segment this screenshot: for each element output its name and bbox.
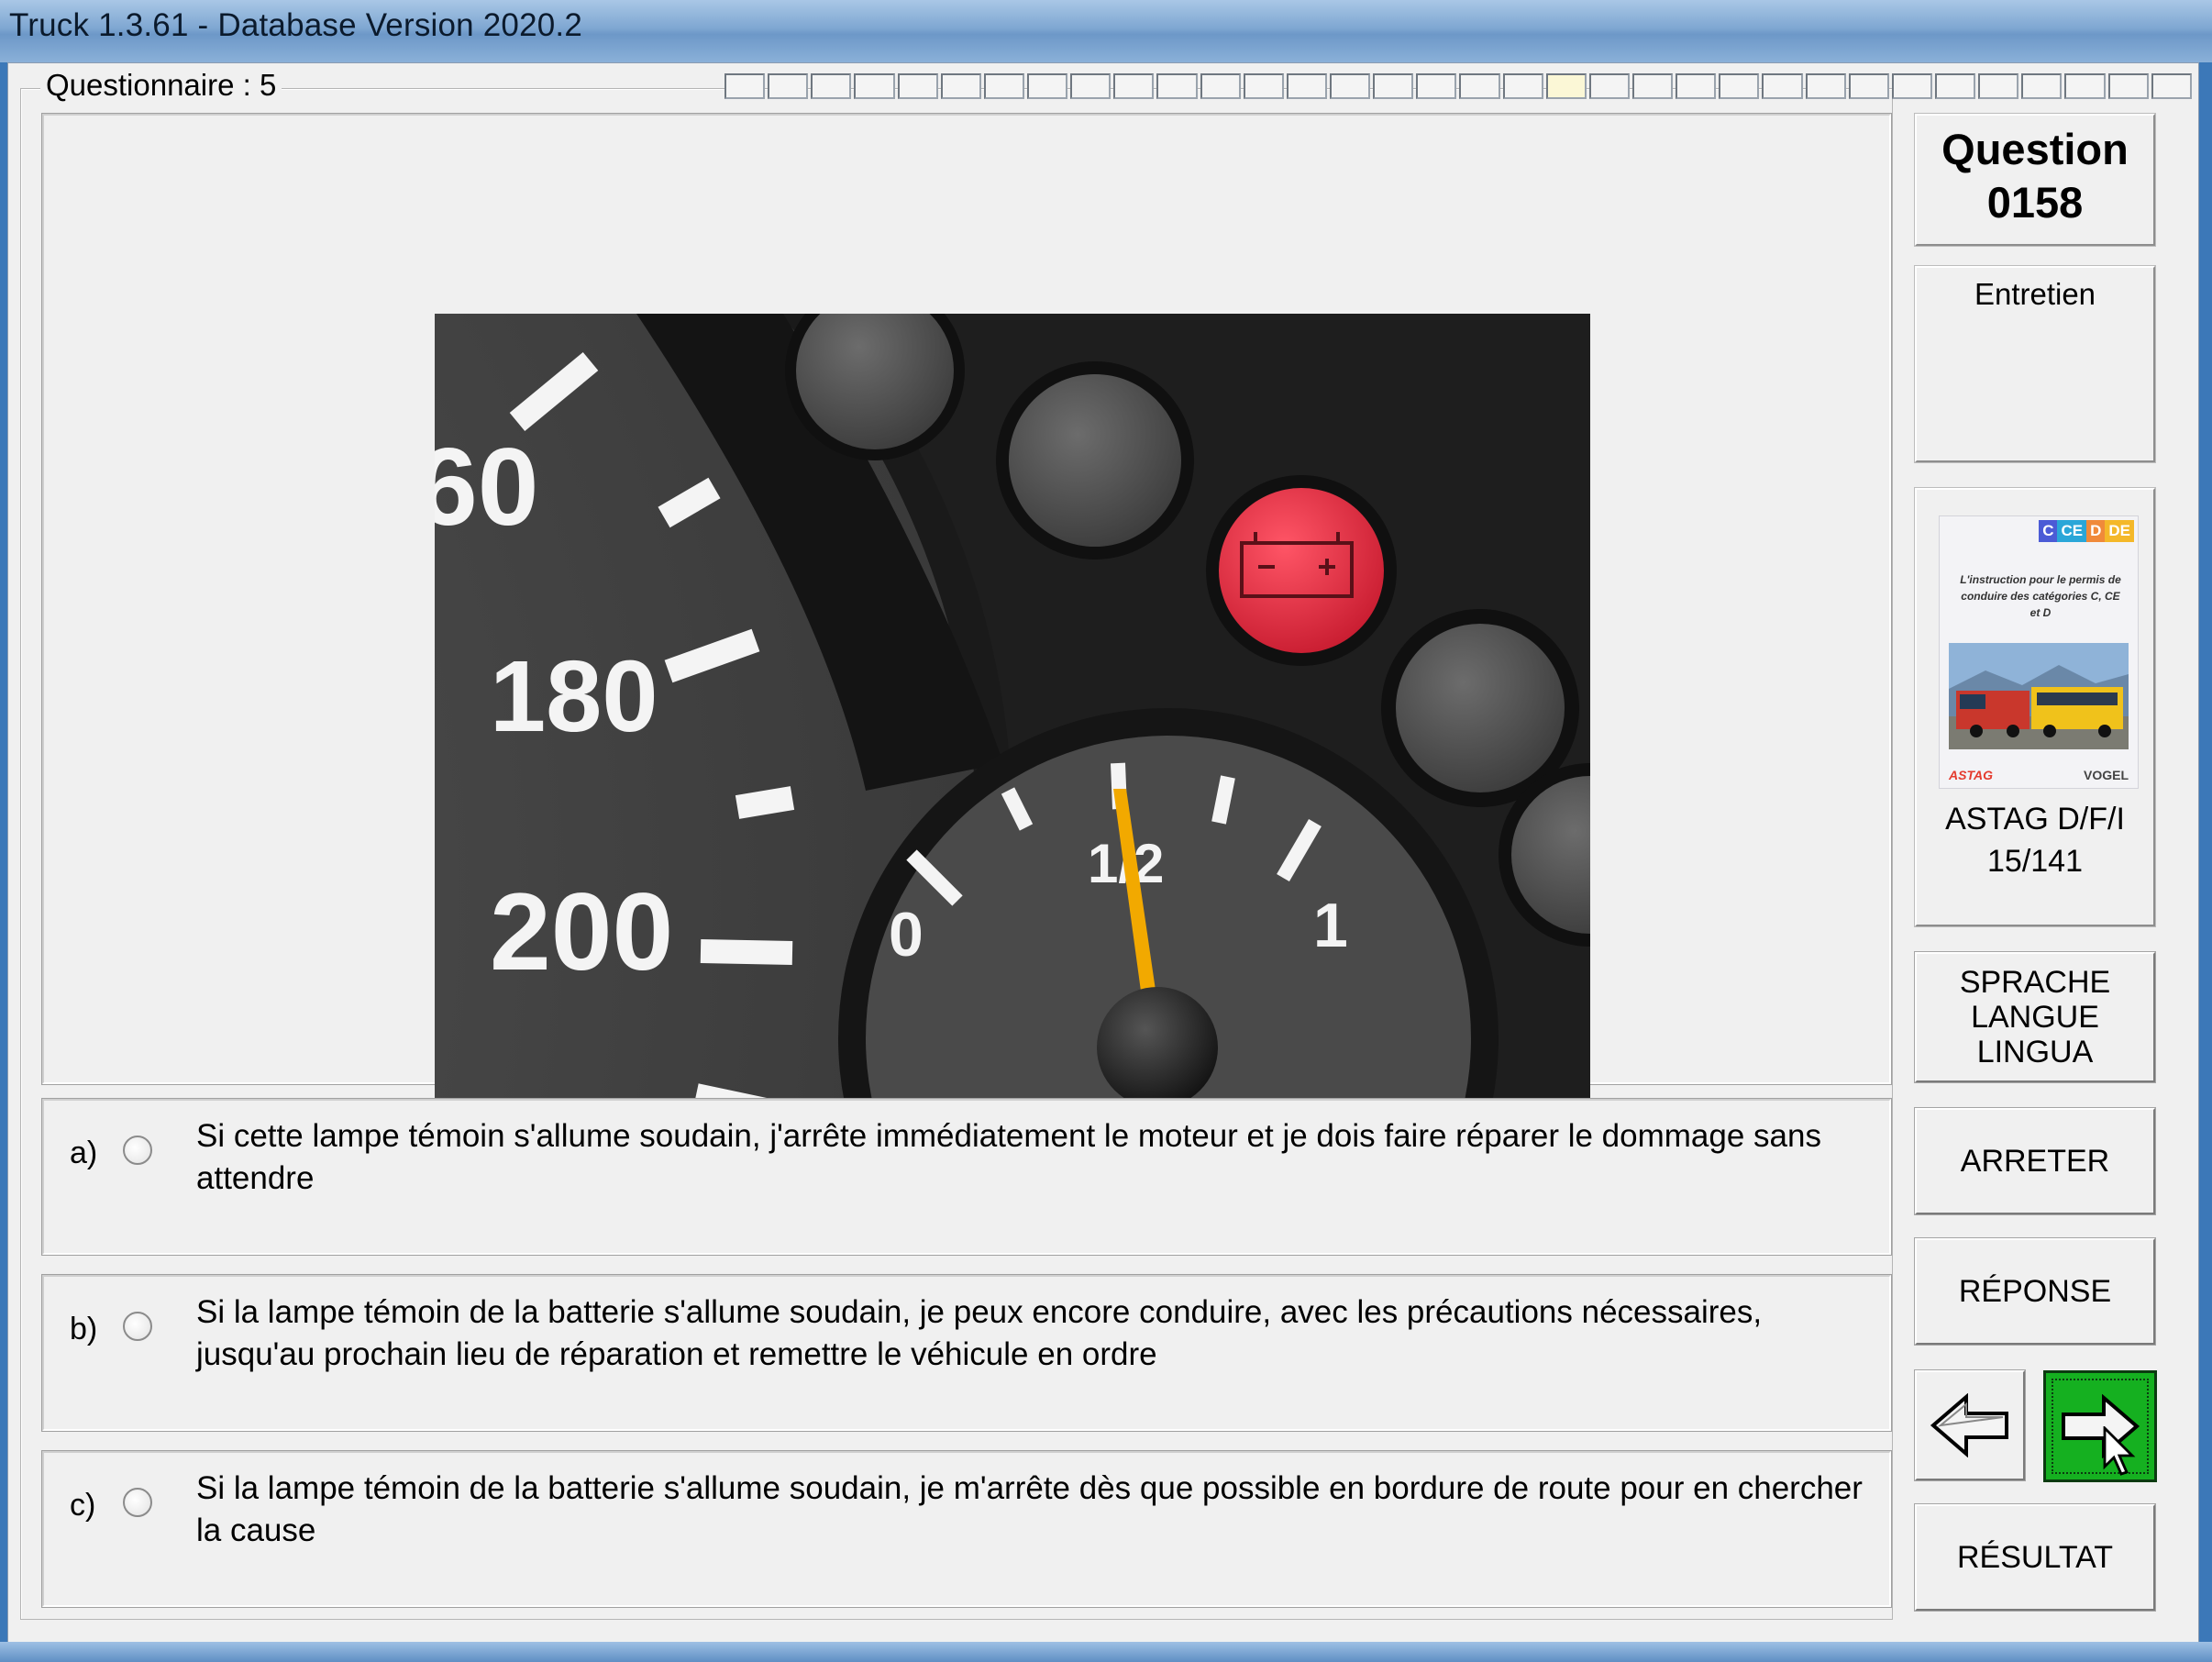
progress-segment: [2151, 73, 2192, 99]
progress-segment: [1286, 73, 1327, 99]
arrow-left-icon: [1930, 1393, 2008, 1457]
question-image-panel: 0 1/2 1 60 180 200: [41, 113, 1892, 1114]
answer-c-radio[interactable]: [123, 1488, 152, 1517]
next-question-button[interactable]: [2043, 1370, 2157, 1482]
book-category-tags: C CE D DE: [2039, 520, 2134, 542]
progress-segment: [1805, 73, 1846, 99]
book-tag: DE: [2105, 520, 2134, 542]
progress-segment: [1026, 73, 1068, 99]
answer-b-radio[interactable]: [123, 1312, 152, 1341]
progress-segment: [1113, 73, 1155, 99]
stop-button[interactable]: ARRETER: [1914, 1107, 2156, 1215]
progress-segment: [1459, 73, 1500, 99]
language-button[interactable]: SPRACHE LANGUE LINGUA: [1914, 951, 2156, 1083]
dashboard-photo: 0 1/2 1 60 180 200: [435, 314, 1590, 1114]
progress-segment: [854, 73, 895, 99]
progress-segment: [1070, 73, 1112, 99]
progress-segment: [1934, 73, 1976, 99]
progress-segment: [1588, 73, 1630, 99]
progress-segment: [983, 73, 1024, 99]
progress-segment: [2107, 73, 2149, 99]
publisher-right: VOGEL: [2083, 768, 2129, 782]
progress-segment: [1848, 73, 1889, 99]
question-number: 0158: [1986, 178, 2084, 227]
language-button-line: LINGUA: [1976, 1035, 2094, 1069]
progress-segment: [1200, 73, 1241, 99]
answer-a-radio[interactable]: [123, 1136, 152, 1165]
progress-segment: [768, 73, 809, 99]
question-progress-bar: [724, 73, 2192, 99]
book-tag: C: [2039, 520, 2058, 542]
answer-b-text: Si la lampe témoin de la batterie s'allu…: [196, 1294, 1763, 1372]
result-button[interactable]: RÉSULTAT: [1914, 1503, 2156, 1612]
title-bar: Truck 1.3.61 - Database Version 2020.2: [0, 0, 2212, 62]
question-label: Question: [1941, 125, 2129, 173]
book-page-reference: 15/141: [1987, 844, 2083, 879]
progress-segment: [1978, 73, 2019, 99]
speed-label-180: 180: [490, 640, 658, 753]
window-bottom-border: [0, 1642, 2212, 1662]
progress-segment: [724, 73, 766, 99]
speed-label-200: 200: [490, 870, 673, 993]
answer-a-text: Si cette lampe témoin s'allume soudain, …: [196, 1118, 1821, 1196]
progress-segment: [1156, 73, 1198, 99]
gauge-label-0: 0: [889, 900, 924, 970]
progress-segment: [2021, 73, 2063, 99]
book-publishers: ASTAG VOGEL: [1949, 768, 2129, 782]
progress-segment: [1502, 73, 1543, 99]
language-button-line: SPRACHE: [1959, 965, 2111, 1000]
window-title: Truck 1.3.61 - Database Version 2020.2: [9, 7, 583, 43]
progress-segment: [940, 73, 981, 99]
publisher-left: ASTAG: [1949, 768, 1993, 782]
category-label: Entretien: [1974, 277, 2096, 311]
book-tag: CE: [2057, 520, 2087, 542]
book-title: L'instruction pour le permis de conduire…: [1960, 573, 2121, 619]
reference-book-box: C CE D DE L'instruction pour le permis d…: [1914, 487, 2156, 927]
answer-b-letter: b): [70, 1312, 98, 1346]
answer-c-letter: c): [70, 1488, 96, 1523]
gauge-label-1: 1: [1313, 891, 1348, 960]
mouse-cursor-icon: [2103, 1426, 2136, 1476]
answer-b[interactable]: b) Si la lampe témoin de la batterie s'a…: [41, 1274, 1892, 1432]
progress-segment: [1676, 73, 1717, 99]
progress-segment: [1329, 73, 1371, 99]
progress-segment: [1762, 73, 1803, 99]
book-tag: D: [2086, 520, 2106, 542]
question-number-box: Question 0158: [1914, 113, 2156, 247]
answer-c[interactable]: c) Si la lampe témoin de la batterie s'a…: [41, 1450, 1892, 1608]
show-answer-button[interactable]: RÉPONSE: [1914, 1237, 2156, 1346]
answer-c-text: Si la lampe témoin de la batterie s'allu…: [196, 1470, 1863, 1548]
progress-segment: [1373, 73, 1414, 99]
progress-segment: [897, 73, 938, 99]
progress-segment: [1631, 73, 1674, 99]
progress-segment: [1891, 73, 1932, 99]
previous-question-button[interactable]: [1914, 1369, 2026, 1481]
answer-a-letter: a): [70, 1136, 98, 1170]
progress-segment: [2064, 73, 2106, 99]
progress-segment: [1719, 73, 1760, 99]
speed-label-60: 60: [435, 426, 538, 548]
book-caption: ASTAG D/F/I: [1945, 802, 2125, 837]
progress-segment: [811, 73, 852, 99]
category-box: Entretien: [1914, 265, 2156, 463]
progress-segment: [1416, 73, 1457, 99]
progress-segment: [1545, 73, 1587, 99]
language-button-line: LANGUE: [1971, 1000, 2099, 1035]
truck-bus-illustration: [1949, 643, 2129, 749]
answer-a[interactable]: a) Si cette lampe témoin s'allume soudai…: [41, 1098, 1892, 1256]
progress-segment: [1243, 73, 1284, 99]
questionnaire-label: Questionnaire : 5: [40, 68, 282, 103]
book-cover-image: C CE D DE L'instruction pour le permis d…: [1939, 515, 2139, 789]
